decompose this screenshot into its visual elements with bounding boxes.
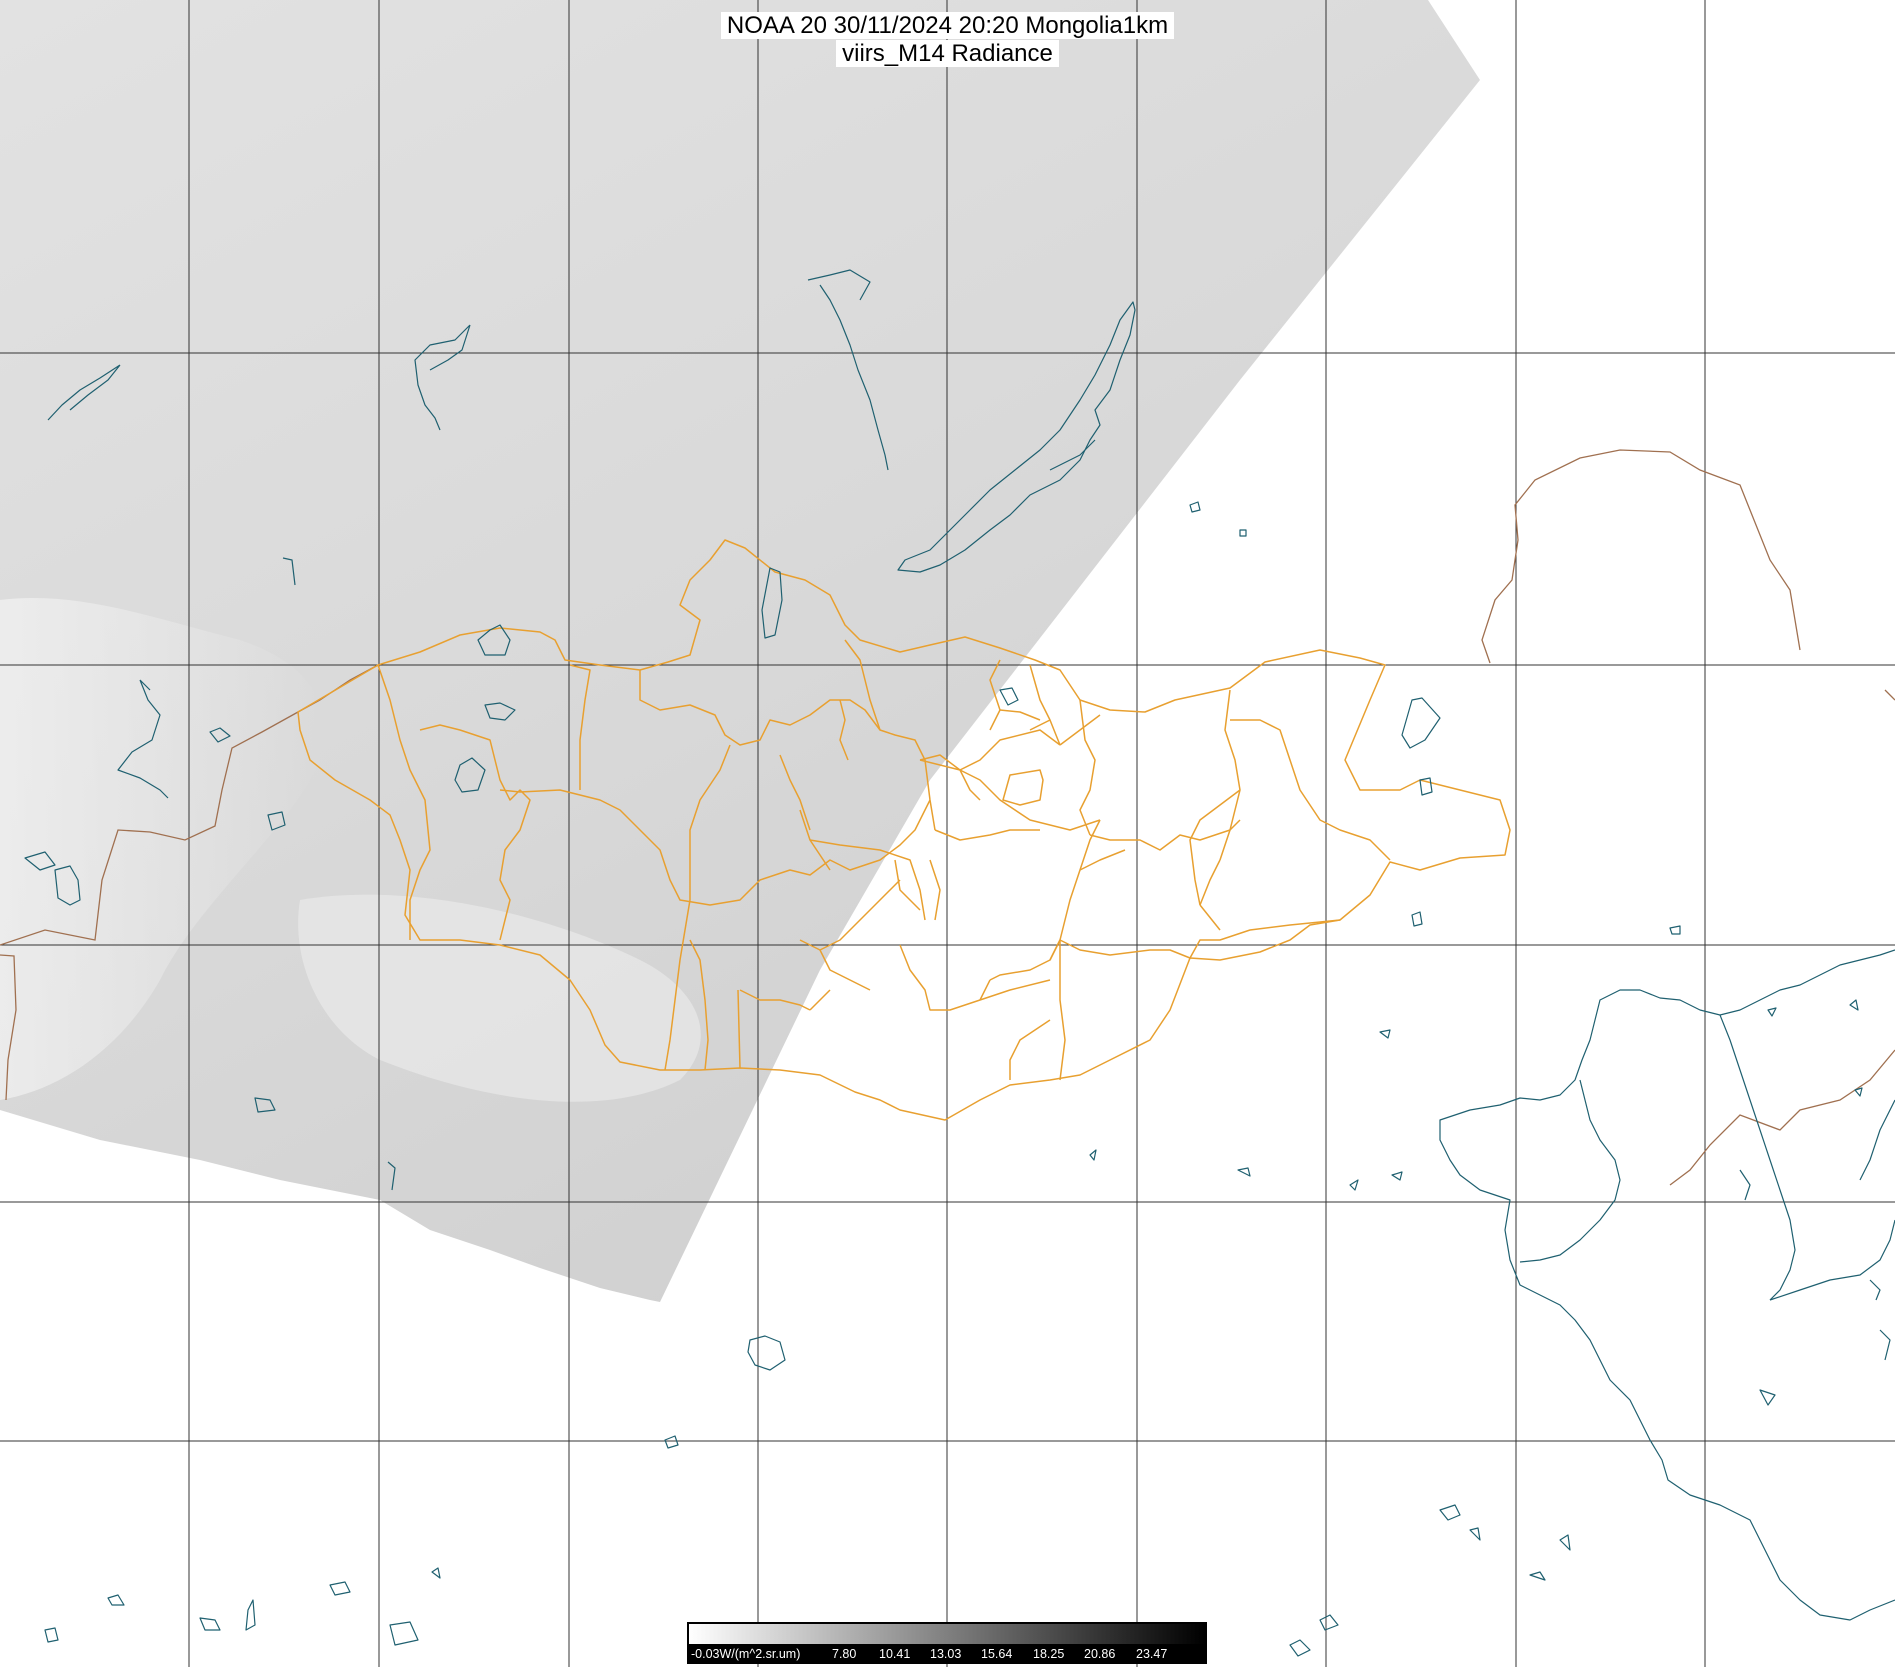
map-title-text: NOAA 20 30/11/2024 20:20 Mongolia1km bbox=[720, 12, 1175, 39]
map-canvas bbox=[0, 0, 1895, 1667]
china-korea-coastline bbox=[1439, 949, 1895, 1621]
colorbar-tick-label: 10.41 bbox=[879, 1647, 911, 1661]
colorbar-tick-label: 15.64 bbox=[981, 1647, 1013, 1661]
colorbar-gradient bbox=[689, 1624, 1205, 1644]
map-subtitle: viirs_M14 Radiance bbox=[0, 40, 1895, 68]
map-title: NOAA 20 30/11/2024 20:20 Mongolia1km bbox=[0, 12, 1895, 40]
colorbar-tick-label: 7.80 bbox=[832, 1647, 857, 1661]
colorbar-tick-label: 18.25 bbox=[1033, 1647, 1065, 1661]
colorbar-unit-label: -0.03W/(m^2.sr.um) bbox=[691, 1647, 801, 1661]
colorbar-tick-label: 23.47 bbox=[1136, 1647, 1168, 1661]
satellite-swath bbox=[0, 0, 1480, 1302]
colorbar-tick-label: 13.03 bbox=[930, 1647, 962, 1661]
colorbar-tick-label: 20.86 bbox=[1084, 1647, 1116, 1661]
colorbar-legend: -0.03W/(m^2.sr.um) 7.80 10.41 13.03 15.6… bbox=[687, 1622, 1207, 1664]
map-subtitle-text: viirs_M14 Radiance bbox=[836, 40, 1059, 67]
